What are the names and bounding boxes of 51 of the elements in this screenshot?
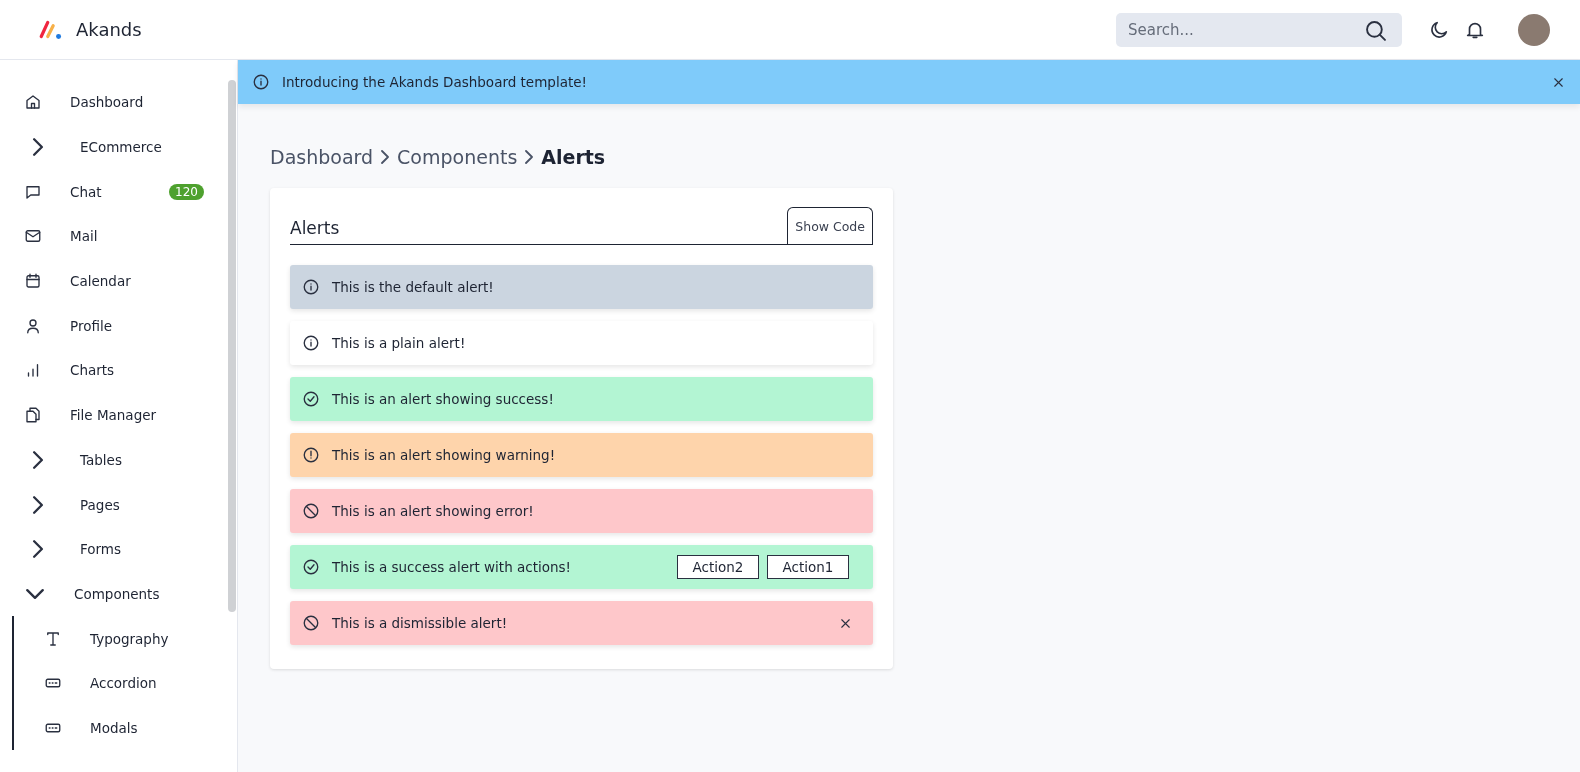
action-button[interactable]: Action1 [767, 555, 849, 579]
nav-item[interactable]: Tables [0, 437, 228, 483]
alert-text: This is an alert showing success! [332, 391, 555, 407]
action-button[interactable]: Action2 [677, 555, 759, 579]
breadcrumb-link[interactable]: Alerts [541, 146, 606, 168]
brand-name: Akands [76, 19, 142, 40]
scrollbar[interactable] [228, 80, 236, 612]
documents-icon [24, 406, 42, 425]
nav-item[interactable]: Accordion [14, 660, 228, 706]
alert-text: This is the default alert! [332, 279, 495, 295]
nav-item[interactable]: File Manager [0, 392, 228, 438]
card-title: Alerts [290, 218, 341, 240]
prohibited-icon [302, 614, 320, 632]
banner-text: Introducing the Akands Dashboard template! [282, 74, 588, 90]
search-icon [1366, 20, 1386, 41]
alert-text: This is a success alert with actions! [332, 559, 572, 575]
show-code-button[interactable]: Show Code [787, 207, 873, 244]
calendar-icon [24, 272, 42, 291]
info-icon [302, 278, 320, 296]
nav-item[interactable]: Charts [0, 348, 228, 393]
avatar[interactable] [1518, 13, 1550, 46]
nav-item[interactable]: Chat 120 [0, 169, 228, 215]
info-icon [302, 334, 320, 352]
nav-item[interactable]: Profile [0, 303, 228, 349]
nav-item[interactable]: ECommerce [0, 124, 228, 170]
prohibited-icon [302, 502, 320, 520]
person-icon [24, 316, 42, 335]
search-field[interactable]: Search... [1116, 12, 1402, 47]
info-icon [252, 73, 270, 91]
alert-text: This is a plain alert! [332, 335, 467, 351]
chevron-right-icon [381, 150, 390, 164]
alert-text: This is an alert showing warning! [332, 447, 557, 463]
house-icon [24, 93, 42, 112]
breadcrumb-link[interactable]: Dashboard [270, 146, 374, 168]
nav-item[interactable]: Typography [14, 616, 228, 661]
nav-item[interactable]: Modals [14, 705, 228, 751]
letter-t-icon [44, 629, 62, 648]
nav-item[interactable]: Pages [0, 482, 228, 527]
nav-item[interactable]: Components [0, 571, 228, 617]
alert-text: This is an alert showing error! [332, 503, 535, 519]
alert-text: This is a dismissible alert! [332, 615, 509, 631]
nav-item[interactable]: Forms [0, 526, 228, 572]
exclamation-circle-icon [302, 446, 320, 464]
check-circle-icon [302, 390, 320, 408]
check-circle-icon [302, 558, 320, 576]
nav-item[interactable]: Dashboard [0, 80, 228, 125]
nav-item[interactable]: Calendar [0, 258, 228, 304]
chevron-right-icon [525, 150, 534, 164]
nav-item[interactable]: Mail [0, 214, 228, 259]
breadcrumb-link[interactable]: Components [397, 146, 518, 168]
count-badge: 120 [169, 183, 204, 200]
